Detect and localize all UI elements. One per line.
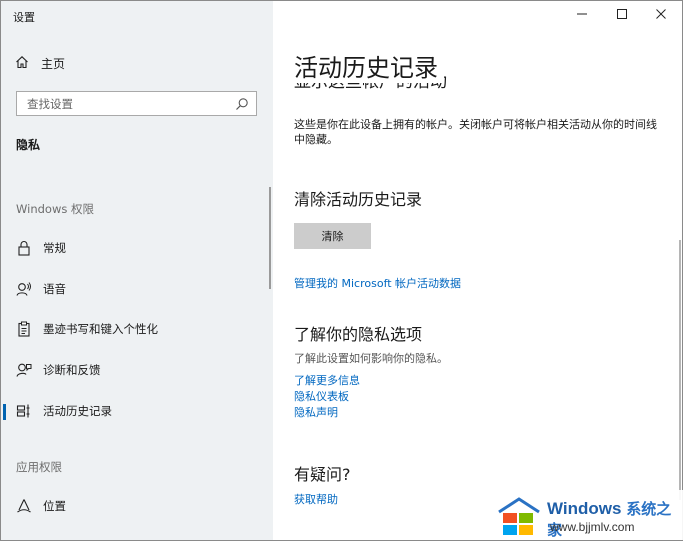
sidebar-item-label: 墨迹书写和键入个性化 — [43, 322, 158, 336]
search-icon[interactable] — [235, 96, 249, 115]
minimize-icon — [576, 8, 588, 24]
window-title: 设置 — [13, 11, 35, 24]
privacy-description: 了解此设置如何影响你的隐私。 — [294, 352, 448, 365]
watermark-brand-en: Windows — [547, 499, 622, 518]
sidebar-item-speech[interactable]: 语音 — [1, 274, 273, 304]
location-icon — [16, 498, 32, 514]
minimize-button[interactable] — [567, 5, 597, 27]
close-icon — [655, 8, 667, 24]
close-button[interactable] — [646, 5, 676, 27]
clipboard-icon — [16, 321, 32, 337]
sidebar-item-label: 活动历史记录 — [43, 404, 112, 418]
maximize-button[interactable] — [607, 5, 637, 27]
sidebar-scrollbar[interactable] — [269, 187, 271, 289]
sidebar-item-location[interactable]: 位置 — [1, 491, 273, 521]
sidebar-item-label: 常规 — [43, 241, 66, 255]
search-box[interactable] — [16, 91, 257, 116]
timeline-icon — [16, 403, 32, 419]
lock-icon — [16, 240, 32, 256]
privacy-heading: 了解你的隐私选项 — [294, 325, 423, 344]
settings-window: 设置 主页 隐私 Windows 权限 常规 语音 — [0, 0, 683, 541]
home-label: 主页 — [41, 57, 66, 71]
sidebar-item-activity-history[interactable]: 活动历史记录 — [1, 396, 273, 426]
watermark: Windows 系统之家 www.bjjmlv.com — [494, 490, 683, 540]
windows-logo-icon — [498, 497, 540, 535]
content-scrollbar[interactable] — [679, 240, 681, 500]
sidebar-item-label: 语音 — [43, 282, 66, 296]
main-content: 活动历史记录 显示这些帐户的活动 这些是你在此设备上拥有的帐户。关闭帐户可将帐户… — [274, 1, 682, 540]
sidebar-item-label: 位置 — [43, 499, 66, 513]
learn-more-link[interactable]: 了解更多信息 — [294, 372, 360, 388]
sidebar-item-inking[interactable]: 墨迹书写和键入个性化 — [1, 314, 273, 344]
privacy-statement-link[interactable]: 隐私声明 — [294, 404, 338, 420]
current-section-heading: 隐私 — [16, 138, 41, 152]
clear-button[interactable]: 清除 — [294, 223, 371, 249]
accounts-description: 这些是你在此设备上拥有的帐户。关闭帐户可将帐户相关活动从你的时间线中隐藏。 — [294, 118, 657, 146]
maximize-icon — [616, 8, 628, 24]
watermark-url: www.bjjmlv.com — [550, 520, 635, 534]
page-title: 活动历史记录 — [294, 48, 444, 83]
privacy-dashboard-link[interactable]: 隐私仪表板 — [294, 388, 349, 404]
sidebar-item-diagnostics[interactable]: 诊断和反馈 — [1, 355, 273, 385]
speech-icon — [16, 281, 32, 297]
windows-permissions-heading: Windows 权限 — [16, 202, 94, 216]
home-icon — [15, 55, 29, 72]
get-help-link[interactable]: 获取帮助 — [294, 491, 338, 507]
question-heading: 有疑问? — [294, 465, 351, 484]
sidebar: 设置 主页 隐私 Windows 权限 常规 语音 — [1, 1, 273, 540]
manage-account-link[interactable]: 管理我的 Microsoft 帐户活动数据 — [294, 275, 461, 291]
sidebar-item-label: 诊断和反馈 — [43, 363, 101, 377]
search-input[interactable] — [25, 92, 229, 115]
feedback-icon — [16, 362, 32, 378]
home-nav[interactable]: 主页 — [15, 55, 65, 72]
sidebar-item-general[interactable]: 常规 — [1, 233, 273, 263]
app-permissions-heading: 应用权限 — [16, 460, 62, 474]
clear-history-heading: 清除活动历史记录 — [294, 190, 423, 209]
